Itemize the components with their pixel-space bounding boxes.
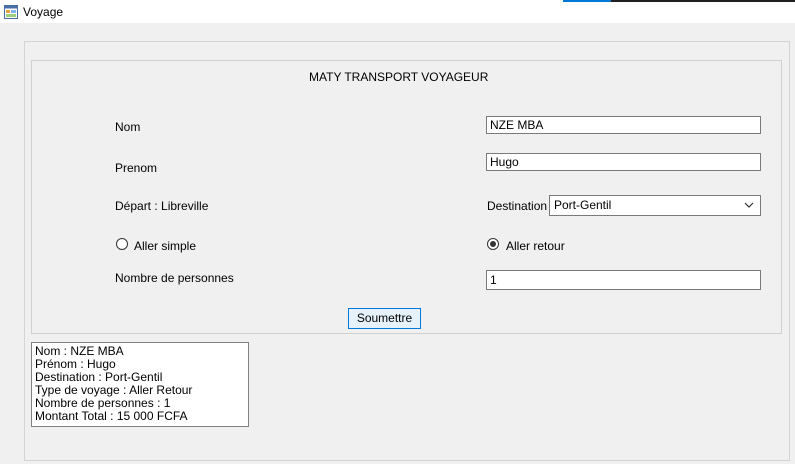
summary-line-montant: Montant Total : 15 000 FCFA: [35, 409, 188, 423]
title-bar: Voyage: [0, 0, 795, 23]
app-window-icon: [4, 5, 18, 19]
titlebar-accent: [563, 0, 611, 2]
form-heading: MATY TRANSPORT VOYAGEUR: [309, 70, 489, 84]
destination-select[interactable]: Port-Gentil: [549, 195, 761, 216]
submit-button[interactable]: Soumettre: [348, 308, 421, 329]
depart-label: Départ : Libreville: [115, 199, 209, 213]
nom-field[interactable]: NZE MBA: [486, 116, 761, 134]
nb-personnes-label: Nombre de personnes: [115, 271, 234, 285]
destination-label: Destination: [487, 199, 548, 213]
prenom-label: Prenom: [115, 161, 158, 175]
summary-textbox[interactable]: Nom : NZE MBA Prénom : Hugo Destination …: [31, 342, 249, 427]
radio-aller-simple-label[interactable]: Aller simple: [134, 239, 196, 253]
nb-personnes-field[interactable]: 1: [486, 270, 761, 290]
radio-aller-simple[interactable]: [116, 238, 128, 250]
nom-label: Nom: [115, 120, 141, 134]
titlebar-accent-dark: [611, 0, 795, 2]
destination-value: Port-Gentil: [554, 198, 612, 212]
prenom-field[interactable]: Hugo: [486, 153, 761, 171]
radio-selected-dot: [490, 241, 496, 247]
radio-aller-retour-label[interactable]: Aller retour: [506, 239, 565, 253]
window-title: Voyage: [23, 5, 64, 19]
chevron-down-icon[interactable]: [743, 199, 755, 211]
radio-aller-retour[interactable]: [487, 238, 499, 250]
